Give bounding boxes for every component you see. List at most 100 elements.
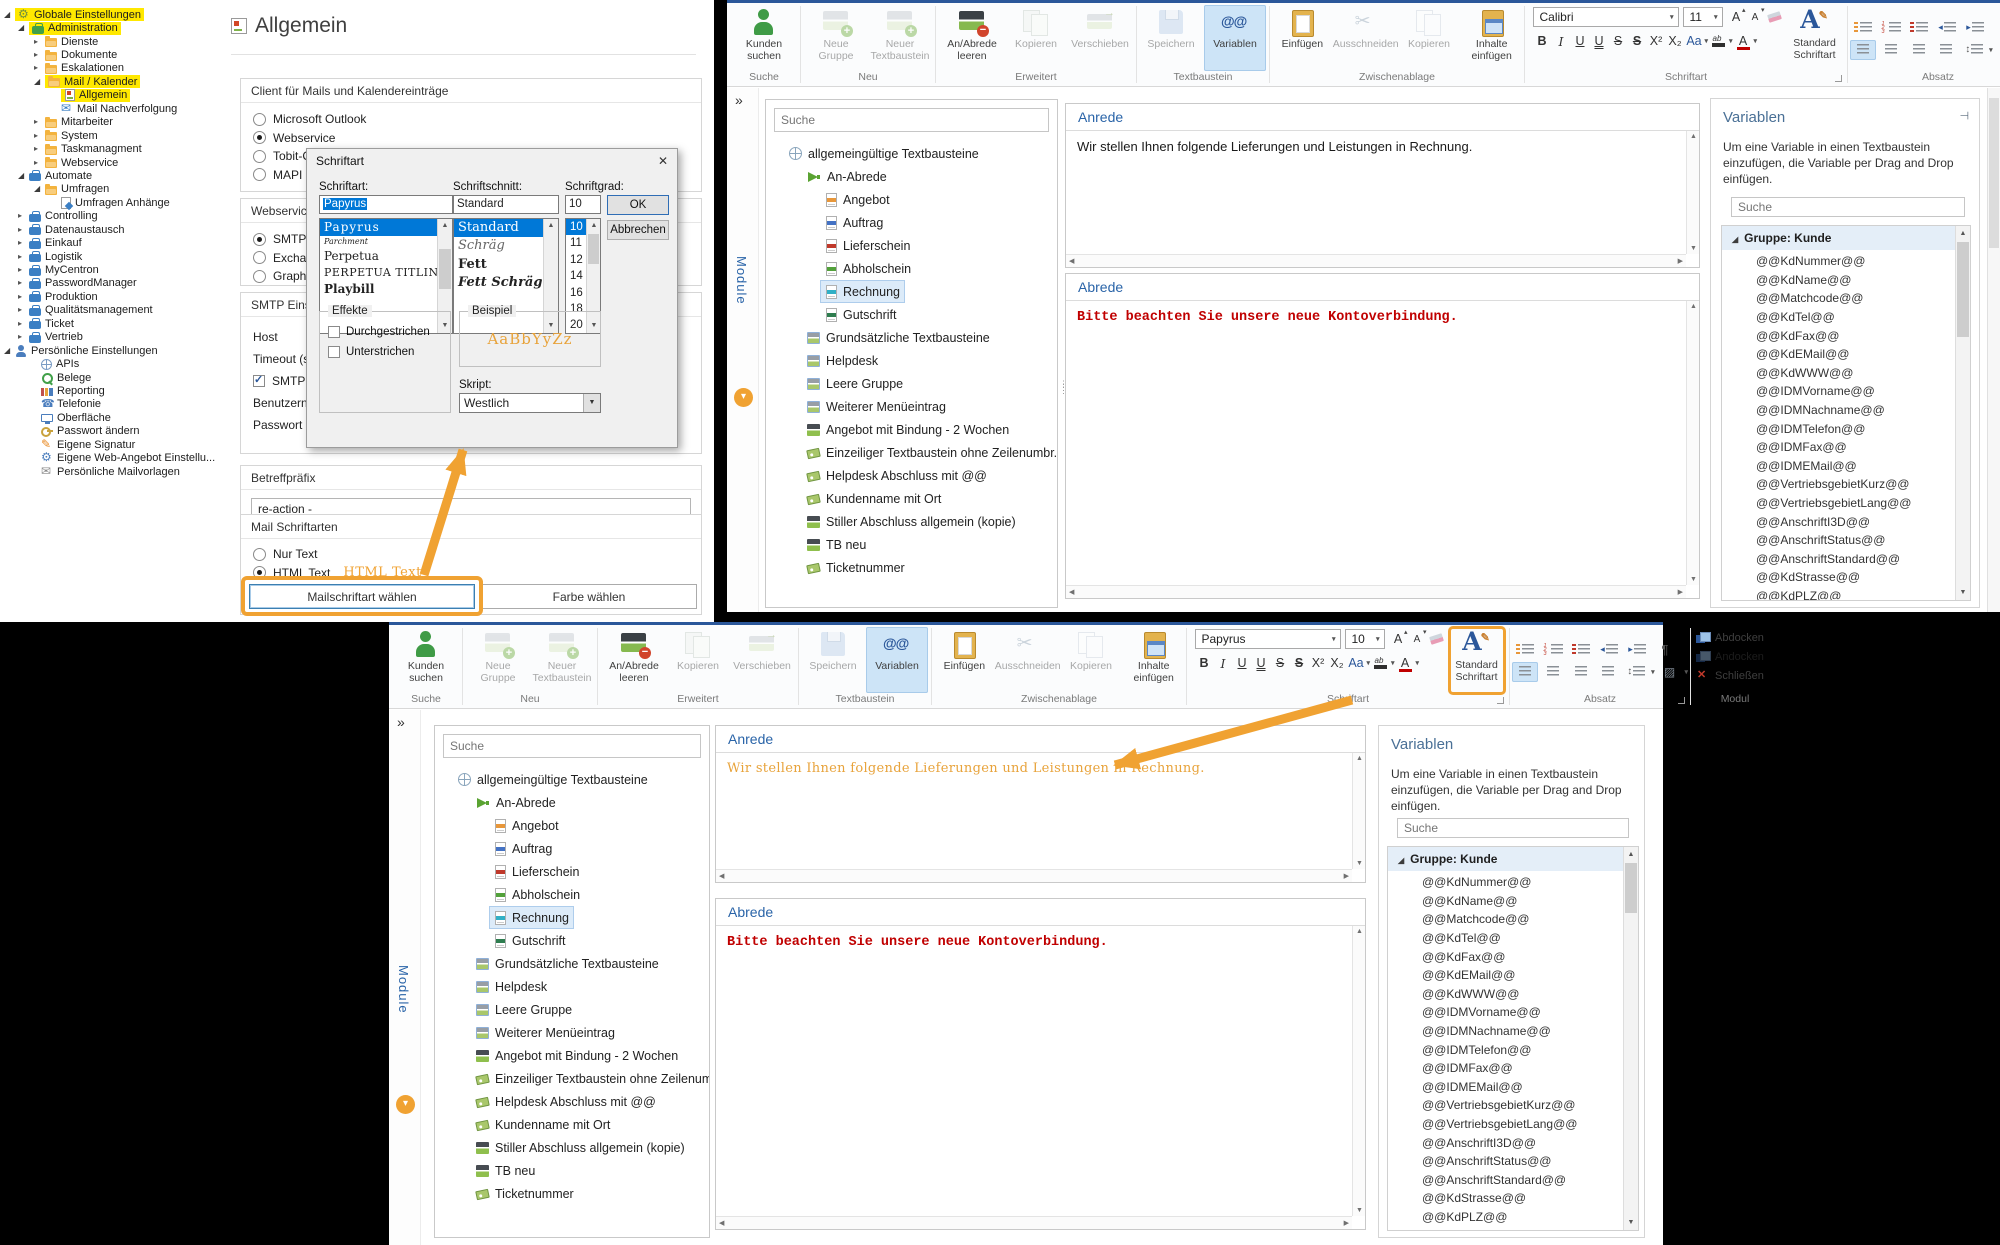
ribbon-button[interactable]: An/Abrede leeren [941, 5, 1003, 71]
radio-icon[interactable] [253, 150, 266, 163]
change-case-button[interactable] [1347, 653, 1366, 673]
vertical-scrollbar[interactable]: ▲▼ [1686, 131, 1699, 254]
ok-button[interactable]: OK [607, 195, 669, 215]
variable-group-header[interactable]: Gruppe: Kunde [1722, 226, 1970, 250]
variable-item[interactable]: @@KdTel@@ [1722, 308, 1955, 327]
variable-item[interactable]: @@VertriebsgebietLang@@ [1388, 1115, 1623, 1134]
radio-icon[interactable] [253, 233, 266, 246]
textblock-tree-item[interactable]: Weiterer Menüeintrag [766, 395, 1057, 418]
textblock-tree-item[interactable]: Angebot mit Bindung - 2 Wochen [766, 418, 1057, 441]
splitter-handle[interactable]: ⋮⋮⋮ [1059, 383, 1064, 392]
settings-tree-item[interactable]: Taskmanagment [0, 142, 217, 155]
radio-option[interactable]: Microsoft Outlook [253, 110, 689, 129]
tree-search-input[interactable] [443, 734, 701, 758]
variable-item[interactable]: @@IDMEMail@@ [1388, 1078, 1623, 1097]
expander-icon[interactable] [34, 64, 45, 72]
variable-item[interactable]: @@KdPLZ@@ [1388, 1208, 1623, 1227]
clear-formatting-button[interactable] [1427, 629, 1446, 649]
variable-item[interactable]: @@KdWWW@@ [1722, 364, 1955, 383]
strikethrough-button[interactable] [1609, 31, 1628, 51]
grow-font-button[interactable] [1389, 629, 1408, 649]
textblock-tree-item[interactable]: Weiterer Menüeintrag [435, 1021, 709, 1044]
double-strikethrough-button[interactable] [1628, 31, 1647, 51]
textblock-tree-item[interactable]: An-Abrede [435, 791, 709, 814]
shrink-font-button[interactable] [1746, 7, 1765, 27]
settings-tree-item[interactable]: Dienste [0, 35, 217, 48]
settings-tree-item[interactable]: APIs [0, 357, 217, 370]
ribbon-button[interactable]: An/Abrede leeren [603, 627, 665, 693]
radio-option[interactable]: Webservice [253, 129, 689, 148]
ribbon-button[interactable]: Neue Gruppe [467, 627, 529, 693]
expander-icon[interactable] [18, 253, 29, 261]
textblock-tree-item[interactable]: TB neu [435, 1159, 709, 1182]
ribbon-button[interactable]: Speichern [1140, 5, 1202, 71]
settings-tree-item[interactable]: Administration [0, 21, 217, 34]
radio-icon[interactable] [253, 548, 266, 561]
vertical-scrollbar[interactable]: ▲▼ [1352, 753, 1365, 869]
expander-icon[interactable] [18, 172, 29, 180]
font-list-item[interactable]: PERPETUA TITLING [320, 265, 437, 281]
settings-tree-item[interactable]: Belege [0, 371, 217, 384]
grow-font-button[interactable] [1727, 7, 1746, 27]
shading-button[interactable] [1995, 40, 2000, 60]
horizontal-scrollbar[interactable]: ◀▶ [716, 1216, 1352, 1229]
expander-icon[interactable] [18, 333, 29, 341]
variable-item[interactable]: @@KdNummer@@ [1388, 873, 1623, 892]
dialog-launcher-icon[interactable] [1497, 697, 1504, 704]
expander-icon[interactable] [34, 132, 45, 140]
settings-tree-item[interactable]: Vertrieb [0, 331, 217, 344]
font-size-item[interactable]: 11 [566, 235, 586, 251]
double-underline-button[interactable] [1252, 653, 1271, 673]
align-left-button[interactable] [1850, 40, 1876, 60]
variables-search-input[interactable] [1397, 818, 1629, 838]
dialog-launcher-icon[interactable] [1678, 697, 1685, 704]
justify-button[interactable] [1595, 662, 1621, 682]
textblock-tree-item[interactable]: Lieferschein [435, 860, 709, 883]
settings-tree-item[interactable]: Mail Nachverfolgung [0, 102, 217, 115]
module-strip-badge-icon[interactable] [734, 388, 753, 407]
textblock-tree-item[interactable]: Leere Gruppe [435, 998, 709, 1021]
expander-icon[interactable] [18, 226, 29, 234]
ribbon-button[interactable]: Kopieren [1005, 5, 1067, 71]
textblock-tree-item[interactable]: Angebot mit Bindung - 2 Wochen [435, 1044, 709, 1067]
expander-icon[interactable] [34, 118, 45, 126]
expand-module-strip-chevron[interactable] [735, 92, 743, 108]
settings-tree-item[interactable]: Persönliche Mailvorlagen [0, 465, 217, 478]
settings-tree-item[interactable]: Eskalationen [0, 62, 217, 75]
increase-indent-button[interactable] [1962, 18, 1988, 38]
settings-tree-item[interactable]: Eigene Web-Angebot Einstellu... [0, 451, 217, 464]
settings-tree-item[interactable]: Dokumente [0, 48, 217, 61]
line-spacing-button[interactable] [1623, 662, 1649, 682]
radio-icon[interactable] [253, 251, 266, 264]
settings-tree-item[interactable]: MyCentron [0, 263, 217, 276]
decrease-indent-button[interactable] [1596, 640, 1622, 660]
ribbon-button[interactable]: Variablen [1204, 5, 1266, 71]
expander-icon[interactable] [1732, 231, 1738, 245]
shrink-font-button[interactable] [1408, 629, 1427, 649]
bold-button[interactable] [1195, 653, 1214, 673]
ribbon-button[interactable]: Kopieren [667, 627, 729, 693]
expander-icon[interactable] [18, 293, 29, 301]
variable-item[interactable]: @@KdWWW@@ [1388, 985, 1623, 1004]
font-size-select[interactable]: 10▾ [1345, 629, 1385, 649]
settings-tree-item[interactable]: Automate [0, 169, 217, 182]
script-select[interactable]: Westlich▼ [459, 393, 601, 413]
align-right-button[interactable] [1906, 40, 1932, 60]
textblock-tree-item[interactable]: TB neu [766, 533, 1057, 556]
font-list-item[interactable]: Parchment [320, 236, 437, 248]
radio-icon[interactable] [253, 270, 266, 283]
align-right-button[interactable] [1568, 662, 1594, 682]
underline-checkbox[interactable] [328, 346, 340, 358]
textblock-tree-item[interactable]: Lieferschein [766, 234, 1057, 257]
variables-scrollbar[interactable]: ▲▼ [1955, 226, 1970, 600]
settings-tree-item[interactable]: Umfragen Anhänge [0, 196, 217, 209]
settings-tree-item[interactable]: Globale Einstellungen [0, 8, 217, 21]
expander-icon[interactable] [34, 38, 45, 46]
multilevel-list-button[interactable] [1906, 18, 1932, 38]
expander-icon[interactable] [34, 78, 45, 86]
settings-tree-item[interactable]: Produktion [0, 290, 217, 303]
variables-scrollbar[interactable]: ▲▼ [1623, 847, 1638, 1230]
textblock-tree-item[interactable]: Helpdesk [766, 349, 1057, 372]
font-size-item[interactable]: 16 [566, 285, 586, 301]
expander-icon[interactable] [34, 159, 45, 167]
